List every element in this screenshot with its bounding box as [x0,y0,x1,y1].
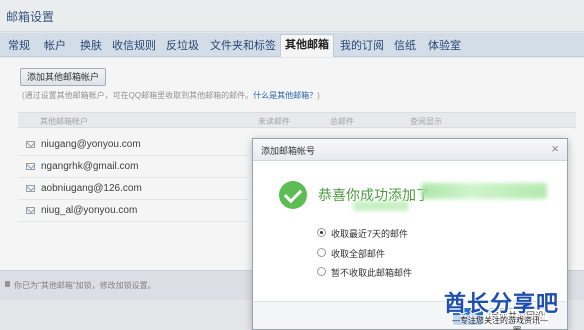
radio[interactable] [317,267,326,276]
watermark-tagline: —专注您关注的游戏资讯— [452,315,548,326]
success-check-icon [279,181,307,209]
dialog-title: 添加邮箱帐号 [261,146,316,156]
close-icon[interactable]: × [551,142,559,156]
option-label: 收取最近7天的邮件 [331,229,409,239]
option-label: 收取全部邮件 [331,249,386,259]
redacted-address [421,183,547,199]
watermark: 酋长分享吧 —专注您关注的游戏资讯— [444,286,580,328]
dialog-header: 添加邮箱帐号 × [253,139,567,161]
watermark-logo-text: 酋长分享吧 [444,291,560,316]
redacted-address-tail [353,201,409,211]
option-label: 暂不收取此邮箱邮件 [331,268,413,278]
radio-selected[interactable] [317,228,326,237]
radio[interactable] [317,248,326,257]
